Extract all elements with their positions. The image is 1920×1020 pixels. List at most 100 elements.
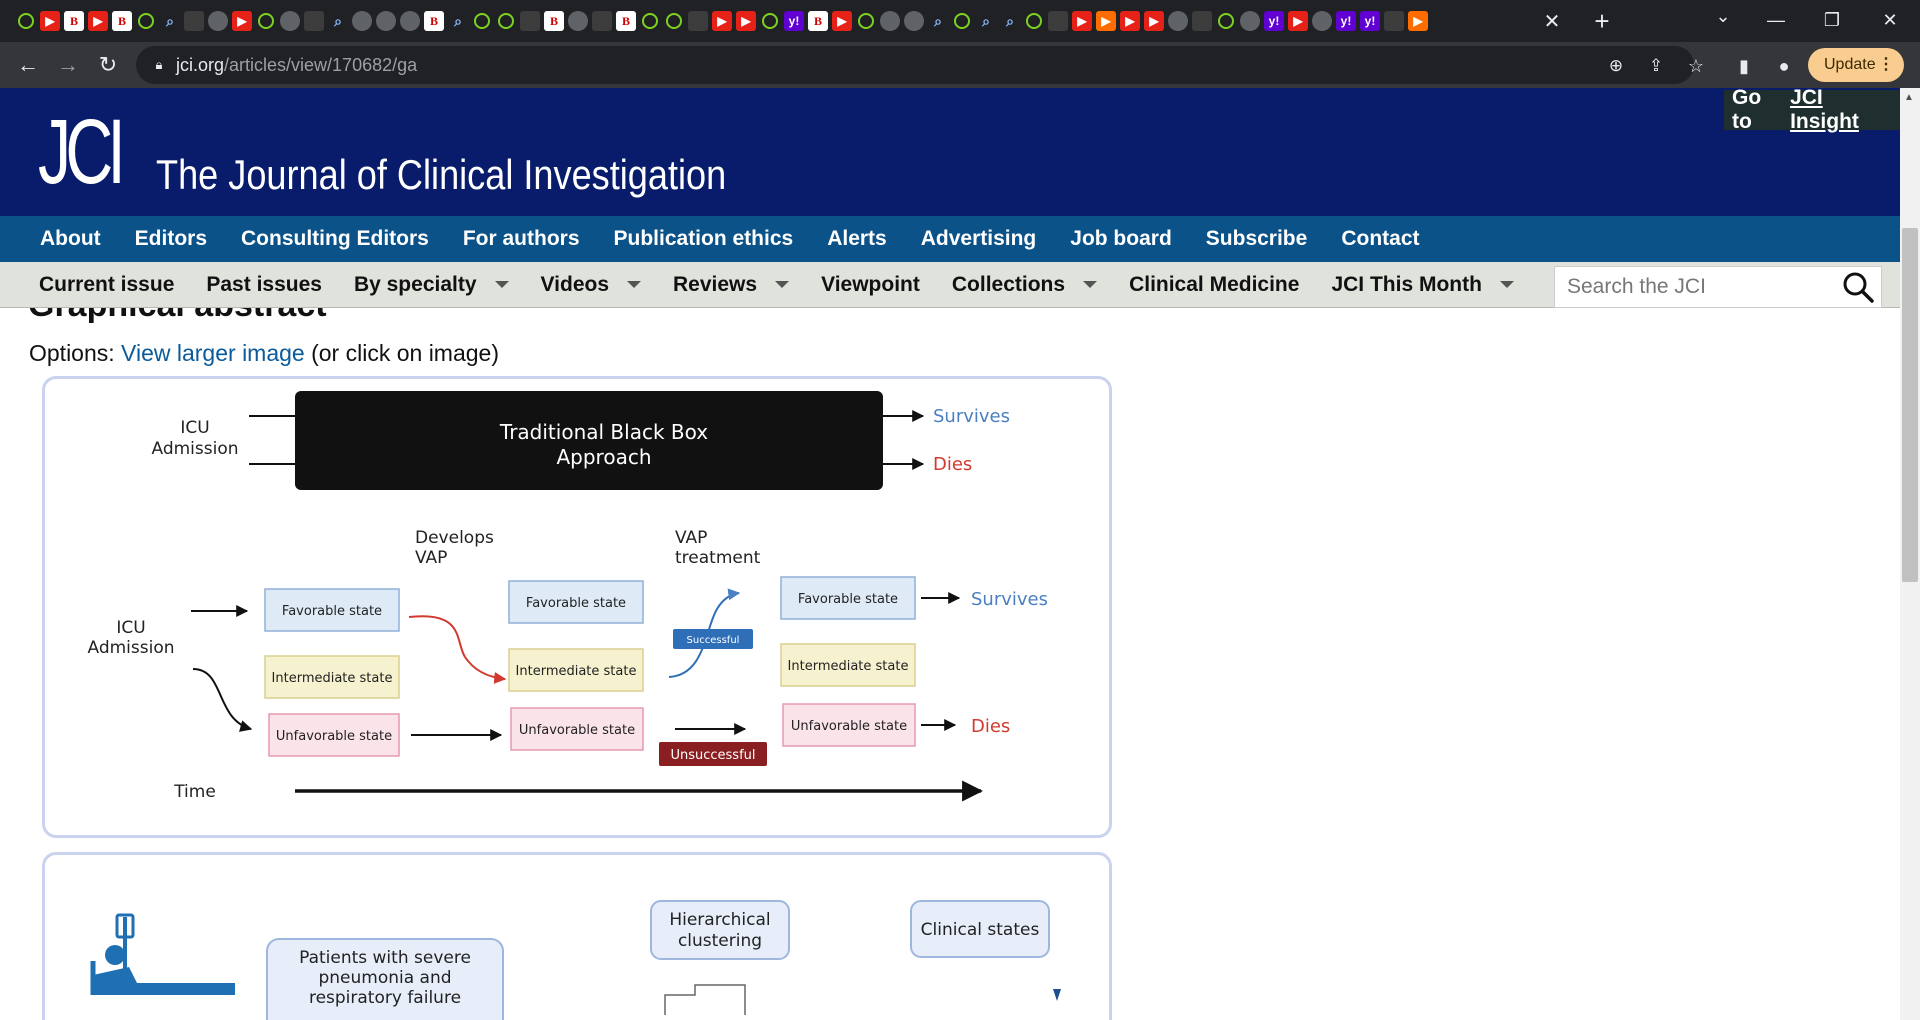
- tab-favicon-icon[interactable]: ⌕: [928, 11, 948, 31]
- tab-favicon-icon[interactable]: [400, 11, 420, 31]
- nav-item-publication-ethics[interactable]: Publication ethics: [614, 227, 794, 251]
- tab-favicon-icon[interactable]: ▶: [832, 11, 852, 31]
- tab-favicon-icon[interactable]: [880, 11, 900, 31]
- tab-favicon-icon[interactable]: [568, 11, 588, 31]
- tab-favicon-icon[interactable]: [856, 11, 876, 31]
- tab-favicon-icon[interactable]: [184, 11, 204, 31]
- nav-item-subscribe[interactable]: Subscribe: [1206, 227, 1308, 251]
- subnav-item-jci-this-month[interactable]: JCI This Month: [1331, 273, 1514, 297]
- tab-favicon-icon[interactable]: [592, 11, 612, 31]
- tab-favicon-icon[interactable]: [256, 11, 276, 31]
- tab-favicon-icon[interactable]: ⌕: [448, 11, 468, 31]
- dropdown-caret-icon[interactable]: [1499, 281, 1514, 288]
- search-icon[interactable]: [1841, 270, 1875, 304]
- tab-favicon-icon[interactable]: [496, 11, 516, 31]
- jci-logo[interactable]: JCI: [38, 106, 126, 198]
- nav-item-advertising[interactable]: Advertising: [921, 227, 1037, 251]
- tab-favicon-icon[interactable]: ▶: [1288, 11, 1308, 31]
- tab-favicon-icon[interactable]: ⌕: [328, 11, 348, 31]
- dropdown-caret-icon[interactable]: [494, 281, 509, 288]
- journal-title[interactable]: The Journal of Clinical Investigation: [156, 152, 726, 198]
- view-larger-image-link[interactable]: View larger image: [121, 340, 305, 366]
- menu-icon[interactable]: ⋮: [1878, 54, 1894, 74]
- side-panel-icon[interactable]: ▮: [1728, 50, 1760, 82]
- tab-favicon-icon[interactable]: ▶: [1120, 11, 1140, 31]
- tab-favicon-icon[interactable]: ▶: [88, 11, 108, 31]
- tab-favicon-icon[interactable]: ⌕: [160, 11, 180, 31]
- tab-favicon-icon[interactable]: ▶: [1144, 11, 1164, 31]
- subnav-item-viewpoint[interactable]: Viewpoint: [821, 273, 920, 297]
- tab-favicon-icon[interactable]: ▶: [736, 11, 756, 31]
- subnav-item-reviews[interactable]: Reviews: [673, 273, 790, 297]
- tab-favicon-icon[interactable]: y!: [784, 11, 804, 31]
- tab-favicon-icon[interactable]: [760, 11, 780, 31]
- subnav-item-collections[interactable]: Collections: [952, 273, 1098, 297]
- graphical-abstract-panel-2[interactable]: Patients with severe pneumonia and respi…: [42, 852, 1112, 1020]
- tab-favicon-icon[interactable]: [664, 11, 684, 31]
- tab-favicon-icon[interactable]: [952, 11, 972, 31]
- tab-favicon-icon[interactable]: ▶: [40, 11, 60, 31]
- tab-favicon-icon[interactable]: [376, 11, 396, 31]
- tab-favicon-icon[interactable]: B: [64, 11, 84, 31]
- tab-search-icon[interactable]: ⌄: [1708, 6, 1738, 27]
- nav-item-consulting-editors[interactable]: Consulting Editors: [241, 227, 429, 251]
- tab-favicon-icon[interactable]: [640, 11, 660, 31]
- subnav-item-videos[interactable]: Videos: [541, 273, 642, 297]
- scroll-up-icon[interactable]: ▲: [1904, 92, 1914, 103]
- nav-item-job-board[interactable]: Job board: [1070, 227, 1172, 251]
- tab-favicon-icon[interactable]: B: [112, 11, 132, 31]
- tab-favicon-icon[interactable]: [1192, 11, 1212, 31]
- tab-favicon-icon[interactable]: [520, 11, 540, 31]
- tab-favicon-icon[interactable]: ⌕: [1000, 11, 1020, 31]
- nav-item-about[interactable]: About: [40, 227, 101, 251]
- tab-favicon-icon[interactable]: B: [424, 11, 444, 31]
- nav-item-editors[interactable]: Editors: [135, 227, 207, 251]
- forward-icon[interactable]: →: [48, 45, 88, 85]
- update-button[interactable]: Update ⋮: [1808, 48, 1904, 82]
- tab-favicon-icon[interactable]: [1240, 11, 1260, 31]
- tab-favicon-icon[interactable]: [352, 11, 372, 31]
- tab-favicon-icon[interactable]: [304, 11, 324, 31]
- tab-favicon-icon[interactable]: y!: [1264, 11, 1284, 31]
- back-icon[interactable]: ←: [8, 45, 48, 85]
- tab-favicon-icon[interactable]: B: [616, 11, 636, 31]
- tab-favicon-icon[interactable]: [1168, 11, 1188, 31]
- subnav-item-past-issues[interactable]: Past issues: [206, 273, 322, 297]
- tab-favicon-icon[interactable]: y!: [1336, 11, 1356, 31]
- window-close-icon[interactable]: ✕: [1862, 0, 1918, 40]
- tab-favicon-icon[interactable]: [1048, 11, 1068, 31]
- close-tab-icon[interactable]: ✕: [1536, 5, 1568, 37]
- tab-favicon-icon[interactable]: ▶: [1408, 11, 1428, 31]
- subnav-item-current-issue[interactable]: Current issue: [39, 273, 174, 297]
- restore-icon[interactable]: ❐: [1804, 0, 1860, 40]
- tab-favicon-icon[interactable]: [280, 11, 300, 31]
- graphical-abstract-panel-1[interactable]: ICU Admission Traditional Black Box Appr…: [42, 376, 1112, 838]
- search-input[interactable]: [1567, 275, 1837, 299]
- nav-item-contact[interactable]: Contact: [1341, 227, 1419, 251]
- bookmark-star-icon[interactable]: ☆: [1680, 50, 1712, 82]
- nav-item-alerts[interactable]: Alerts: [827, 227, 887, 251]
- tab-favicon-icon[interactable]: [1024, 11, 1044, 31]
- tab-favicon-icon[interactable]: B: [544, 11, 564, 31]
- tab-favicon-icon[interactable]: ⌕: [976, 11, 996, 31]
- profile-icon[interactable]: ●: [1768, 50, 1800, 82]
- dropdown-caret-icon[interactable]: [1083, 281, 1098, 288]
- nav-item-for-authors[interactable]: For authors: [463, 227, 580, 251]
- tab-favicon-icon[interactable]: B: [808, 11, 828, 31]
- tab-favicon-icon[interactable]: ▶: [712, 11, 732, 31]
- tab-favicon-icon[interactable]: ▶: [232, 11, 252, 31]
- tab-favicon-icon[interactable]: [472, 11, 492, 31]
- tab-favicon-icon[interactable]: [1216, 11, 1236, 31]
- jci-insight-link[interactable]: JCI Insight: [1790, 88, 1892, 134]
- subnav-item-clinical-medicine[interactable]: Clinical Medicine: [1129, 273, 1299, 297]
- tab-favicon-icon[interactable]: [1312, 11, 1332, 31]
- tab-favicon-icon[interactable]: [904, 11, 924, 31]
- tab-favicon-icon[interactable]: [16, 11, 36, 31]
- scrollbar-thumb[interactable]: [1902, 228, 1918, 582]
- minimize-icon[interactable]: —: [1748, 0, 1804, 40]
- tab-favicon-icon[interactable]: [688, 11, 708, 31]
- dropdown-caret-icon[interactable]: [775, 281, 790, 288]
- new-tab-button[interactable]: +: [1586, 6, 1618, 37]
- address-bar[interactable]: 🔒︎ jci.org/articles/view/170682/ga ⊕ ⇪: [136, 46, 1694, 84]
- dropdown-caret-icon[interactable]: [627, 281, 642, 288]
